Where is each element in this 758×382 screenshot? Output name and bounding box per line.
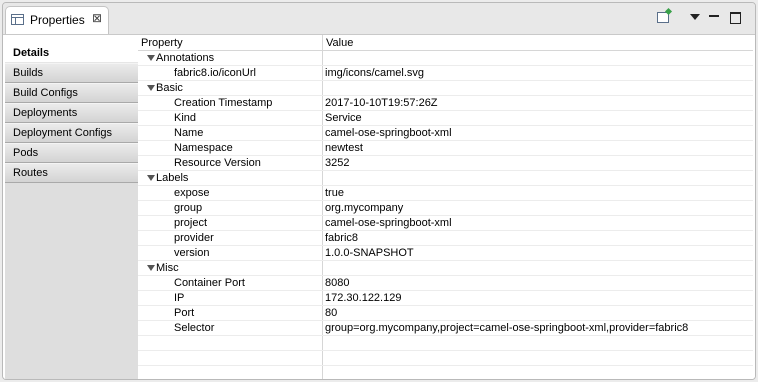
- property-name: provider: [174, 232, 214, 244]
- view-tab-bar: Properties ⊠: [3, 3, 755, 34]
- sidebar-item-pods[interactable]: Pods: [5, 143, 138, 163]
- expand-triangle-icon[interactable]: [147, 265, 155, 271]
- property-name: IP: [174, 292, 185, 304]
- table-row[interactable]: project camel-ose-springboot-xml: [138, 216, 753, 231]
- property-value: 2017-10-10T19:57:26Z: [325, 97, 438, 109]
- property-value: 172.30.122.129: [325, 292, 402, 304]
- table-row[interactable]: Name camel-ose-springboot-xml: [138, 126, 753, 141]
- view-menu-icon[interactable]: [687, 9, 703, 25]
- property-value: newtest: [325, 142, 363, 154]
- property-name: Namespace: [174, 142, 233, 154]
- property-name: Selector: [174, 322, 215, 334]
- property-value: org.mycompany: [325, 202, 404, 214]
- table-row[interactable]: Port 80: [138, 306, 753, 321]
- table-row[interactable]: Namespace newtest: [138, 141, 753, 156]
- properties-table: Property Value Annotations fabric8.io/ico…: [138, 35, 753, 379]
- property-name: Kind: [174, 112, 197, 124]
- property-name: project: [174, 217, 208, 229]
- properties-view-icon: [11, 14, 24, 25]
- table-row[interactable]: Container Port 8080: [138, 276, 753, 291]
- property-name: group: [174, 202, 203, 214]
- property-value: group=org.mycompany,project=camel-ose-sp…: [325, 322, 689, 334]
- close-icon[interactable]: ⊠: [92, 11, 102, 25]
- property-value: Service: [325, 112, 362, 124]
- property-value: 80: [325, 307, 338, 319]
- minimize-icon[interactable]: [707, 9, 723, 25]
- group-label: Basic: [156, 82, 183, 94]
- property-name: Port: [174, 307, 195, 319]
- property-name: expose: [174, 187, 210, 199]
- property-value: img/icons/camel.svg: [325, 67, 425, 79]
- properties-sidebar: Details Builds Build Configs Deployments Dep…: [5, 43, 139, 379]
- table-row[interactable]: provider fabric8: [138, 231, 753, 246]
- empty-row: [138, 336, 753, 351]
- maximize-icon[interactable]: [728, 9, 744, 25]
- value-column-header[interactable]: Value: [323, 35, 753, 51]
- sidebar-item-routes[interactable]: Routes: [5, 163, 138, 183]
- property-name: version: [174, 247, 210, 259]
- property-value: 1.0.0-SNAPSHOT: [325, 247, 414, 259]
- table-row[interactable]: Selector group=org.mycompany,project=came…: [138, 321, 753, 336]
- table-row[interactable]: Resource Version 3252: [138, 156, 753, 171]
- empty-row: [138, 351, 753, 366]
- properties-view: Properties ⊠ Details Builds Build Configs D…: [2, 2, 756, 380]
- table-row[interactable]: fabric8.io/iconUrl img/icons/camel.svg: [138, 66, 753, 81]
- table-group-row[interactable]: Annotations: [138, 51, 753, 66]
- sidebar-item-deployment-configs[interactable]: Deployment Configs: [5, 123, 138, 143]
- table-group-row[interactable]: Basic: [138, 81, 753, 96]
- property-value: fabric8: [325, 232, 359, 244]
- property-name: Creation Timestamp: [174, 97, 273, 109]
- properties-content: Details Builds Build Configs Deployments Dep…: [3, 34, 755, 379]
- table-row[interactable]: expose true: [138, 186, 753, 201]
- property-value: 3252: [325, 157, 350, 169]
- property-value: true: [325, 187, 344, 199]
- sidebar-item-build-configs[interactable]: Build Configs: [5, 83, 138, 103]
- expand-triangle-icon[interactable]: [147, 85, 155, 91]
- tab-title: Properties: [30, 13, 85, 27]
- table-row[interactable]: Creation Timestamp 2017-10-10T19:57:26Z: [138, 96, 753, 111]
- property-column-header[interactable]: Property: [138, 35, 323, 51]
- property-name: Name: [174, 127, 204, 139]
- sidebar-item-builds[interactable]: Builds: [5, 63, 138, 83]
- expand-triangle-icon[interactable]: [147, 55, 155, 61]
- properties-tab[interactable]: Properties ⊠: [5, 6, 109, 34]
- table-row[interactable]: IP 172.30.122.129: [138, 291, 753, 306]
- group-label: Misc: [156, 262, 179, 274]
- table-row[interactable]: version 1.0.0-SNAPSHOT: [138, 246, 753, 261]
- property-name: fabric8.io/iconUrl: [174, 67, 256, 79]
- expand-triangle-icon[interactable]: [147, 175, 155, 181]
- sidebar-item-details[interactable]: Details: [5, 43, 138, 63]
- property-value: 8080: [325, 277, 350, 289]
- group-label: Labels: [156, 172, 189, 184]
- property-value: camel-ose-springboot-xml: [325, 127, 452, 139]
- group-label: Annotations: [156, 52, 215, 64]
- sidebar-item-deployments[interactable]: Deployments: [5, 103, 138, 123]
- property-value: camel-ose-springboot-xml: [325, 217, 452, 229]
- table-group-row[interactable]: Misc: [138, 261, 753, 276]
- property-name: Resource Version: [174, 157, 261, 169]
- new-view-icon[interactable]: [656, 7, 673, 25]
- table-group-row[interactable]: Labels: [138, 171, 753, 186]
- table-row[interactable]: group org.mycompany: [138, 201, 753, 216]
- property-name: Container Port: [174, 277, 245, 289]
- table-row[interactable]: Kind Service: [138, 111, 753, 126]
